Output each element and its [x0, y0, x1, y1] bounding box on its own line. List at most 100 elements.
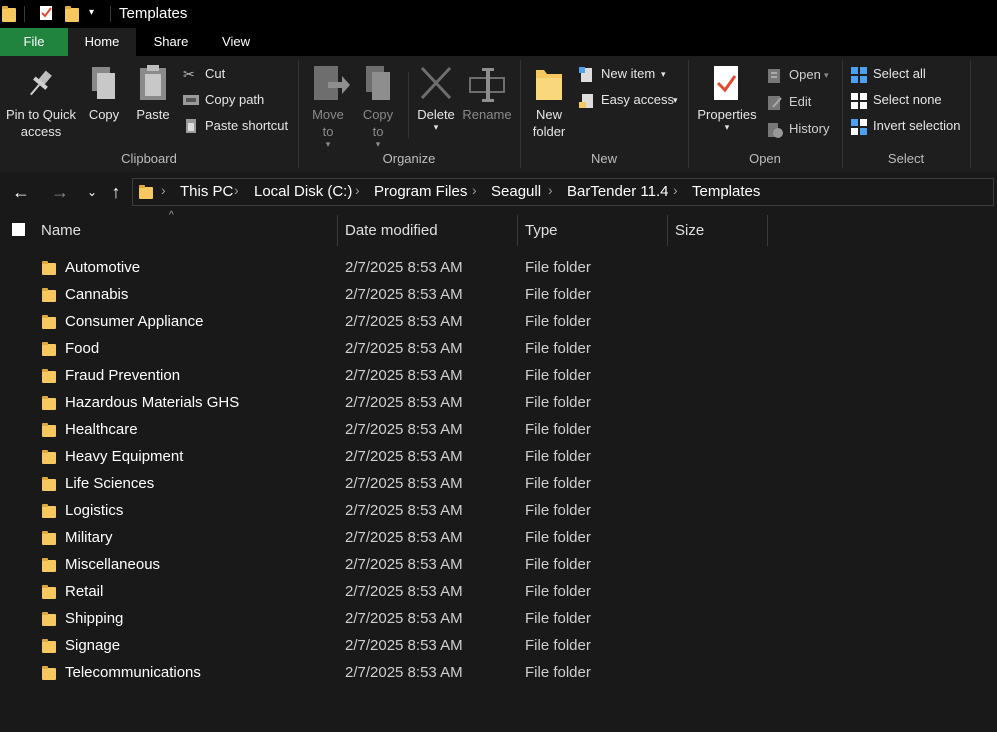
move-to-icon [306, 64, 350, 106]
new-folder-icon [526, 64, 572, 106]
new-item-label: New item [601, 66, 656, 81]
invert-selection-button[interactable]: Invert selection [851, 116, 969, 136]
copy-button[interactable]: Copy [84, 64, 124, 123]
list-item[interactable]: Retail 2/7/2025 8:53 AM File folder [0, 579, 997, 606]
list-item[interactable]: Logistics 2/7/2025 8:53 AM File folder [0, 498, 997, 525]
list-item[interactable]: Signage 2/7/2025 8:53 AM File folder [0, 633, 997, 660]
list-item[interactable]: Life Sciences 2/7/2025 8:53 AM File folder [0, 471, 997, 498]
breadcrumb-seagull[interactable]: Seagull [491, 183, 541, 200]
back-arrow-icon[interactable]: ← [9, 180, 33, 204]
item-date: 2/7/2025 8:53 AM [345, 610, 463, 627]
new-item-button[interactable]: New item ▾ [579, 64, 689, 84]
list-item[interactable]: Miscellaneous 2/7/2025 8:53 AM File folder [0, 552, 997, 579]
column-divider[interactable] [767, 215, 768, 246]
tab-file[interactable]: File [0, 28, 68, 56]
select-all-checkbox[interactable] [12, 223, 25, 236]
list-item[interactable]: Automotive 2/7/2025 8:53 AM File folder [0, 255, 997, 282]
window-title: Templates [119, 5, 188, 22]
list-item[interactable]: Hazardous Materials GHS 2/7/2025 8:53 AM F… [0, 390, 997, 417]
list-item[interactable]: Food 2/7/2025 8:53 AM File folder [0, 336, 997, 363]
breadcrumb-templates[interactable]: Templates [692, 183, 760, 200]
item-date: 2/7/2025 8:53 AM [345, 556, 463, 573]
easy-access-button[interactable]: Easy access ▾ [579, 90, 689, 110]
folder-icon [42, 666, 56, 680]
column-divider[interactable] [337, 215, 338, 246]
properties-button[interactable]: Properties ▾ [694, 64, 760, 132]
item-date: 2/7/2025 8:53 AM [345, 259, 463, 276]
list-item[interactable]: Consumer Appliance 2/7/2025 8:53 AM File f… [0, 309, 997, 336]
breadcrumb-this-pc[interactable]: This PC [180, 183, 233, 200]
item-name: Shipping [65, 610, 124, 627]
column-name[interactable]: Name [41, 222, 81, 239]
tab-home[interactable]: Home [68, 28, 136, 56]
edit-button[interactable]: Edit [767, 92, 839, 112]
invert-selection-label: Invert selection [873, 118, 961, 133]
chevron-right-icon[interactable]: › [673, 182, 678, 198]
move-to-label: Move to [312, 107, 344, 139]
invert-selection-icon [851, 119, 867, 135]
folder-icon [42, 450, 56, 464]
breadcrumb-bartender[interactable]: BarTender 11.4 [567, 183, 668, 200]
list-item[interactable]: Healthcare 2/7/2025 8:53 AM File folder [0, 417, 997, 444]
recent-locations-chevron-icon[interactable]: ⌄ [80, 180, 104, 204]
move-to-button[interactable]: Move to ▾ [306, 64, 350, 149]
history-icon [767, 122, 783, 138]
list-item[interactable]: Telecommunications 2/7/2025 8:53 AM File f… [0, 660, 997, 687]
group-divider [970, 60, 971, 168]
divider [24, 6, 25, 22]
item-type: File folder [525, 367, 591, 384]
history-label: History [789, 121, 830, 136]
chevron-right-icon[interactable]: › [234, 182, 239, 198]
column-date-modified[interactable]: Date modified [345, 222, 438, 239]
tab-share[interactable]: Share [138, 28, 204, 56]
select-all-button[interactable]: Select all [851, 64, 969, 84]
chevron-down-icon: ▾ [724, 122, 730, 132]
paste-button[interactable]: Paste [132, 64, 174, 123]
column-size[interactable]: Size [675, 222, 704, 239]
list-item[interactable]: Fraud Prevention 2/7/2025 8:53 AM File fol… [0, 363, 997, 390]
chevron-right-icon[interactable]: › [548, 182, 553, 198]
breadcrumb-local-disk[interactable]: Local Disk (C:) [254, 183, 352, 200]
title-bar: ▾ Templates [0, 0, 997, 28]
pin-to-quick-access-button[interactable]: Pin to Quick access [2, 64, 80, 140]
cut-label: Cut [205, 66, 226, 81]
cut-button[interactable]: ✂ Cut [183, 64, 293, 84]
item-name: Healthcare [65, 421, 138, 438]
chevron-right-icon[interactable]: › [161, 182, 166, 198]
open-button[interactable]: Open ▾ [767, 65, 839, 85]
ribbon-tabs: File Home Share View [0, 28, 997, 56]
column-divider[interactable] [667, 215, 668, 246]
folder-icon [42, 369, 56, 383]
new-folder-quick-icon[interactable] [65, 6, 79, 22]
up-arrow-icon[interactable]: ↑ [104, 180, 128, 204]
paste-shortcut-button[interactable]: Paste shortcut [183, 116, 293, 136]
item-type: File folder [525, 502, 591, 519]
group-label-select: Select [887, 151, 925, 166]
delete-label: Delete [417, 107, 455, 122]
address-bar[interactable]: › This PC › Local Disk (C:) › Program Fi… [132, 178, 994, 206]
copy-label: Copy [88, 107, 120, 122]
column-divider[interactable] [517, 215, 518, 246]
item-name: Miscellaneous [65, 556, 161, 573]
forward-arrow-icon[interactable]: → [48, 180, 72, 204]
item-type: File folder [525, 475, 591, 492]
item-type: File folder [525, 529, 591, 546]
delete-button[interactable]: Delete ▾ [414, 64, 458, 132]
history-button[interactable]: History [767, 119, 839, 139]
copy-path-button[interactable]: Copy path [183, 90, 293, 110]
breadcrumb-program-files[interactable]: Program Files [374, 183, 467, 200]
chevron-right-icon[interactable]: › [472, 182, 477, 198]
list-item[interactable]: Cannabis 2/7/2025 8:53 AM File folder [0, 282, 997, 309]
copy-to-button[interactable]: Copy to ▾ [356, 64, 400, 149]
properties-quick-icon[interactable] [39, 5, 53, 20]
chevron-right-icon[interactable]: › [355, 182, 360, 198]
column-type[interactable]: Type [525, 222, 558, 239]
rename-button[interactable]: Rename [462, 64, 512, 123]
new-folder-button[interactable]: New folder [526, 64, 572, 140]
list-item[interactable]: Heavy Equipment 2/7/2025 8:53 AM File fold… [0, 444, 997, 471]
list-item[interactable]: Shipping 2/7/2025 8:53 AM File folder [0, 606, 997, 633]
customize-quick-access-icon[interactable]: ▾ [89, 7, 103, 21]
tab-view[interactable]: View [206, 28, 266, 56]
list-item[interactable]: Military 2/7/2025 8:53 AM File folder [0, 525, 997, 552]
select-none-button[interactable]: Select none [851, 90, 969, 110]
